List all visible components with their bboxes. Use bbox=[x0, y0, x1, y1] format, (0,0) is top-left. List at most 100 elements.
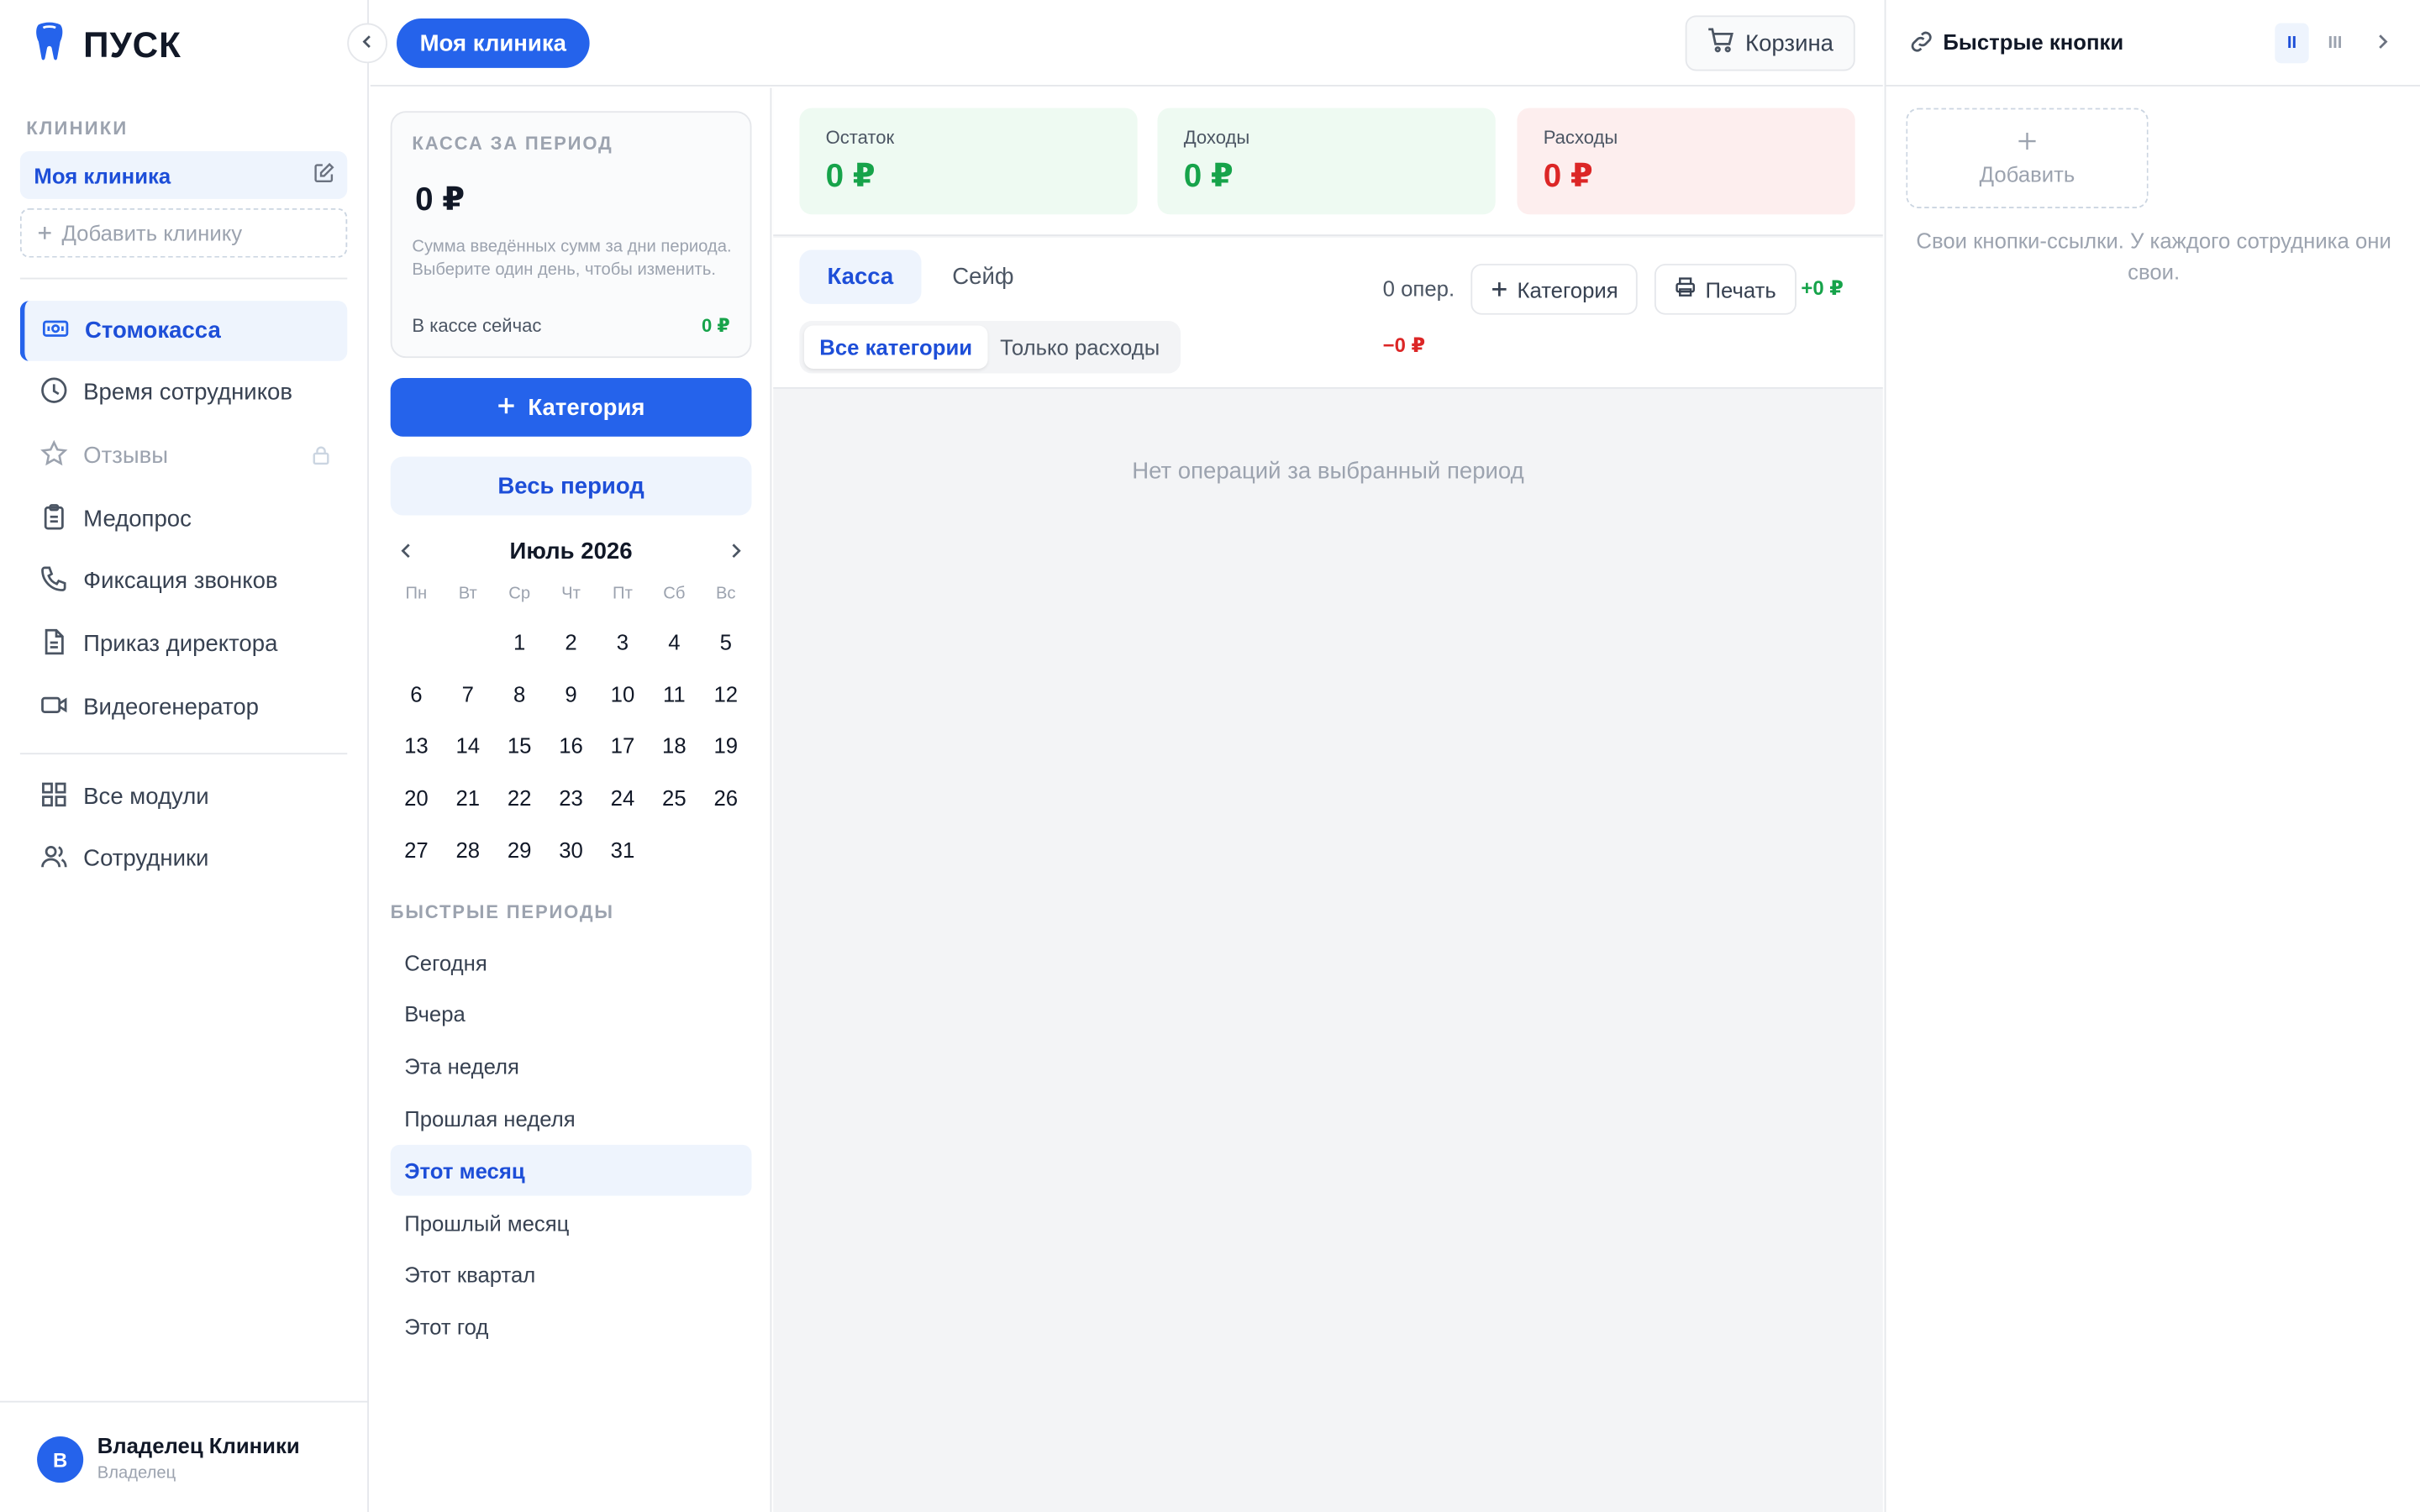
calendar-day[interactable]: 8 bbox=[493, 668, 544, 720]
quick-period-item[interactable]: Этот месяц bbox=[390, 1145, 752, 1196]
cart-button[interactable]: Корзина bbox=[1685, 15, 1855, 71]
clinic-item-my-clinic[interactable]: Моя клиника bbox=[19, 150, 348, 199]
calendar-day[interactable]: 10 bbox=[597, 668, 648, 720]
calendar-day[interactable]: 4 bbox=[649, 616, 700, 668]
whole-period-button[interactable]: Весь период bbox=[390, 456, 752, 516]
calendar-weekday: Пт bbox=[613, 585, 633, 604]
calendar-day[interactable]: 26 bbox=[700, 771, 751, 823]
calendar-day[interactable]: 24 bbox=[597, 771, 648, 823]
sidebar-item-label: Приказ директора bbox=[83, 631, 278, 658]
main-content: Остаток 0 ₽ Доходы 0 ₽ Расходы 0 ₽ Касса… bbox=[773, 87, 1883, 1512]
calendar-day[interactable]: 23 bbox=[545, 771, 597, 823]
plus-icon bbox=[37, 221, 52, 245]
video-icon bbox=[40, 690, 68, 724]
print-button[interactable]: Печать bbox=[1654, 264, 1797, 315]
calendar-day[interactable]: 19 bbox=[700, 720, 751, 772]
add-quick-button[interactable]: Добавить bbox=[1906, 108, 2149, 208]
period-cash-sum: 0 ₽ bbox=[415, 181, 466, 218]
cash-now-value: 0 ₽ bbox=[702, 314, 730, 337]
clipboard-icon bbox=[40, 502, 68, 536]
add-category-button[interactable]: Категория bbox=[390, 377, 752, 437]
sidebar-item-director-order[interactable]: Приказ директора bbox=[20, 614, 347, 675]
calendar-day[interactable]: 27 bbox=[391, 823, 442, 875]
calendar-day[interactable]: 14 bbox=[442, 720, 493, 772]
calendar-day[interactable]: 22 bbox=[493, 771, 544, 823]
quick-period-item[interactable]: Прошлая неделя bbox=[391, 1093, 752, 1144]
edit-icon[interactable] bbox=[313, 162, 335, 188]
balance-value: 0 ₽ bbox=[825, 159, 876, 195]
chevron-left-icon bbox=[360, 29, 375, 57]
sidebar-item-medopros[interactable]: Медопрос bbox=[20, 489, 347, 549]
top-bar: Моя клиника Корзина bbox=[370, 0, 1883, 87]
quick-period-item[interactable]: Сегодня bbox=[391, 937, 752, 988]
two-columns-button[interactable]: II bbox=[2275, 23, 2309, 64]
sidebar-item-video-generator[interactable]: Видеогенератор bbox=[20, 677, 347, 738]
sidebar-item-label: Видеогенератор bbox=[83, 694, 259, 721]
brand[interactable]: ПУСК bbox=[34, 21, 182, 68]
calendar-day[interactable]: 25 bbox=[649, 771, 700, 823]
calendar-day[interactable]: 21 bbox=[442, 771, 493, 823]
sidebar-item-reviews[interactable]: Отзывы bbox=[20, 426, 347, 486]
lock-icon bbox=[310, 444, 332, 472]
filter-all-categories[interactable]: Все категории bbox=[803, 325, 988, 369]
calendar-day[interactable]: 6 bbox=[391, 668, 442, 720]
avatar: В bbox=[37, 1436, 84, 1483]
brand-name: ПУСК bbox=[83, 24, 182, 65]
calendar-day[interactable]: 3 bbox=[597, 616, 648, 668]
quick-period-item[interactable]: Этот квартал bbox=[391, 1249, 752, 1300]
tab-safe[interactable]: Сейф bbox=[924, 250, 1041, 304]
calendar-day[interactable]: 1 bbox=[493, 616, 544, 668]
chevron-right-icon[interactable] bbox=[727, 540, 745, 570]
calendar-day[interactable]: 5 bbox=[700, 616, 751, 668]
calendar-weekday: Сб bbox=[663, 585, 686, 604]
sidebar-item-label: Медопрос bbox=[83, 506, 192, 533]
calendar-day[interactable]: 7 bbox=[442, 668, 493, 720]
collapse-sidebar-button[interactable] bbox=[347, 23, 388, 64]
quick-period-item[interactable]: Этот год bbox=[391, 1301, 752, 1352]
clinic-selector-pill[interactable]: Моя клиника bbox=[397, 18, 590, 68]
calendar-day[interactable]: 13 bbox=[391, 720, 442, 772]
add-category-toolbar-button[interactable]: Категория bbox=[1470, 264, 1639, 315]
calendar-day[interactable]: 28 bbox=[442, 823, 493, 875]
calendar-day[interactable]: 31 bbox=[597, 823, 648, 875]
calendar-day[interactable]: 17 bbox=[597, 720, 648, 772]
tab-cash[interactable]: Касса bbox=[799, 249, 922, 304]
chevron-right-icon[interactable] bbox=[2375, 31, 2391, 60]
calendar-day[interactable]: 12 bbox=[700, 668, 751, 720]
calendar-day[interactable]: 15 bbox=[493, 720, 544, 772]
calendar-day[interactable]: 29 bbox=[493, 823, 544, 875]
calendar-blank bbox=[391, 616, 442, 668]
three-columns-button[interactable]: III bbox=[2318, 24, 2352, 64]
quick-buttons-hint: Свои кнопки-ссылки. У каждого сотрудника… bbox=[1916, 228, 2391, 284]
quick-period-item[interactable]: Эта неделя bbox=[391, 1041, 752, 1092]
calendar-day[interactable]: 11 bbox=[649, 668, 700, 720]
filter-expenses-only[interactable]: Только расходы bbox=[985, 326, 1176, 369]
empty-state: Нет операций за выбранный период bbox=[1132, 458, 1524, 485]
add-quick-button-label: Добавить bbox=[1979, 160, 2075, 186]
sidebar-item-staff-time[interactable]: Время сотрудников bbox=[20, 363, 347, 423]
printer-icon bbox=[1675, 276, 1697, 302]
calendar-day[interactable]: 16 bbox=[545, 720, 597, 772]
calendar-day[interactable]: 2 bbox=[545, 616, 597, 668]
stats-row: Остаток 0 ₽ Доходы 0 ₽ Расходы 0 ₽ bbox=[773, 87, 1883, 237]
calendar-day[interactable]: 20 bbox=[391, 771, 442, 823]
sidebar-item-employees[interactable]: Сотрудники bbox=[20, 828, 347, 889]
calendar-day[interactable]: 9 bbox=[545, 668, 597, 720]
cash-now-label: В кассе сейчас bbox=[412, 314, 542, 337]
plus-icon bbox=[497, 394, 516, 420]
sidebar-item-call-tracking[interactable]: Фиксация звонков bbox=[20, 551, 347, 612]
user-profile[interactable]: В Владелец Клиники Владелец bbox=[0, 1400, 369, 1512]
add-clinic-button[interactable]: Добавить клинику bbox=[19, 207, 348, 258]
expenses-label: Расходы bbox=[1543, 126, 1618, 149]
calendar-day[interactable]: 18 bbox=[649, 720, 700, 772]
user-name: Владелец Клиники bbox=[97, 1433, 300, 1458]
document-icon bbox=[40, 627, 68, 661]
quick-periods-label: БЫСТРЫЕ ПЕРИОДЫ bbox=[390, 900, 614, 923]
grid-icon bbox=[40, 780, 68, 813]
sidebar-item-stomokassa[interactable]: Стомокасса bbox=[19, 301, 348, 361]
quick-period-item[interactable]: Прошлый месяц bbox=[391, 1197, 752, 1248]
calendar-day[interactable]: 30 bbox=[545, 823, 597, 875]
sidebar-item-all-modules[interactable]: Все модули bbox=[20, 767, 347, 827]
calendar-weekday: Пн bbox=[405, 585, 428, 604]
quick-period-item[interactable]: Вчера bbox=[391, 989, 752, 1040]
